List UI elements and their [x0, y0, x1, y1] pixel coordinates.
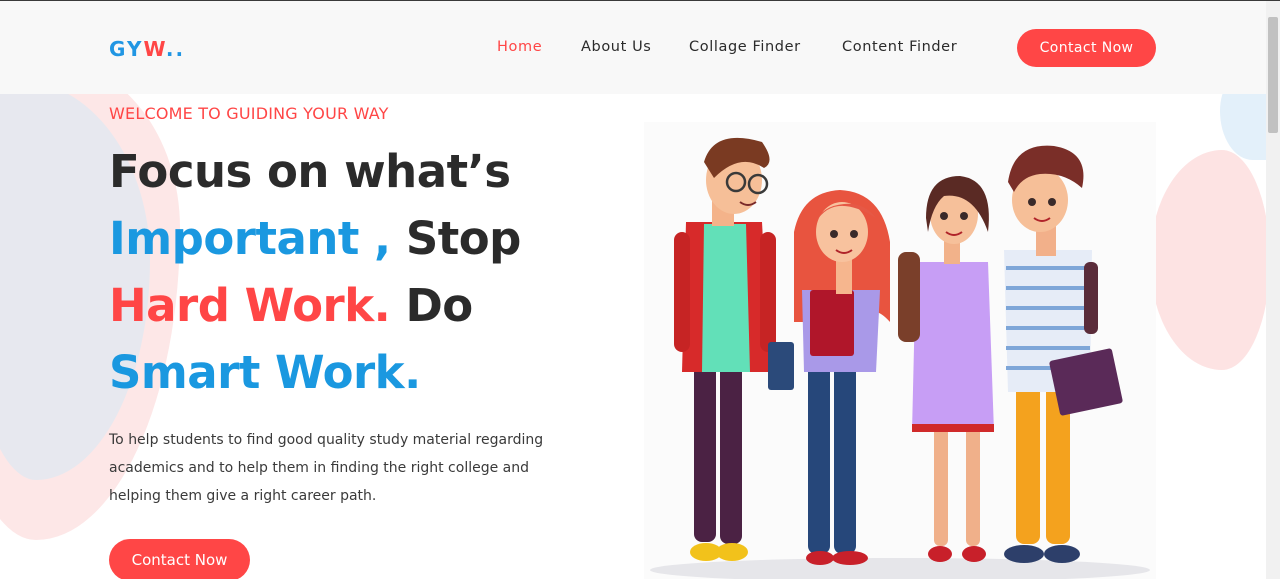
students-group-illustration	[644, 122, 1156, 579]
nav-home-link[interactable]: Home	[497, 39, 542, 55]
headline-hard-work: Hard Work.	[109, 279, 391, 332]
hero-contact-now-button[interactable]: Contact Now	[109, 539, 250, 579]
logo-part1: GY	[109, 37, 144, 61]
headline-do: Do	[405, 279, 473, 332]
nav-contact-now-button[interactable]: Contact Now	[1017, 29, 1156, 67]
logo-dots: ..	[165, 37, 186, 61]
hero-headline: Focus on what’s Important , Stop Hard Wo…	[109, 138, 579, 406]
headline-line1: Focus on what’s	[109, 145, 511, 198]
nav-content-finder-link[interactable]: Content Finder	[842, 39, 957, 55]
headline-stop: Stop	[405, 212, 522, 265]
headline-smart-work: Smart Work.	[109, 346, 421, 399]
headline-important: Important ,	[109, 212, 391, 265]
welcome-tagline: WELCOME TO GUIDING YOUR WAY	[109, 104, 389, 123]
logo-part2: W	[143, 37, 166, 61]
navbar: GYW.. Home About Us Collage Finder Conte…	[0, 1, 1266, 94]
nav-collage-finder-link[interactable]: Collage Finder	[689, 39, 801, 55]
page-scrollbar[interactable]	[1266, 1, 1280, 579]
nav-about-us-link[interactable]: About Us	[581, 39, 651, 55]
logo[interactable]: GYW..	[109, 37, 185, 61]
background-blob-pink-right	[1150, 150, 1270, 370]
hero-description: To help students to find good quality st…	[109, 432, 544, 504]
scrollbar-thumb[interactable]	[1268, 17, 1278, 133]
